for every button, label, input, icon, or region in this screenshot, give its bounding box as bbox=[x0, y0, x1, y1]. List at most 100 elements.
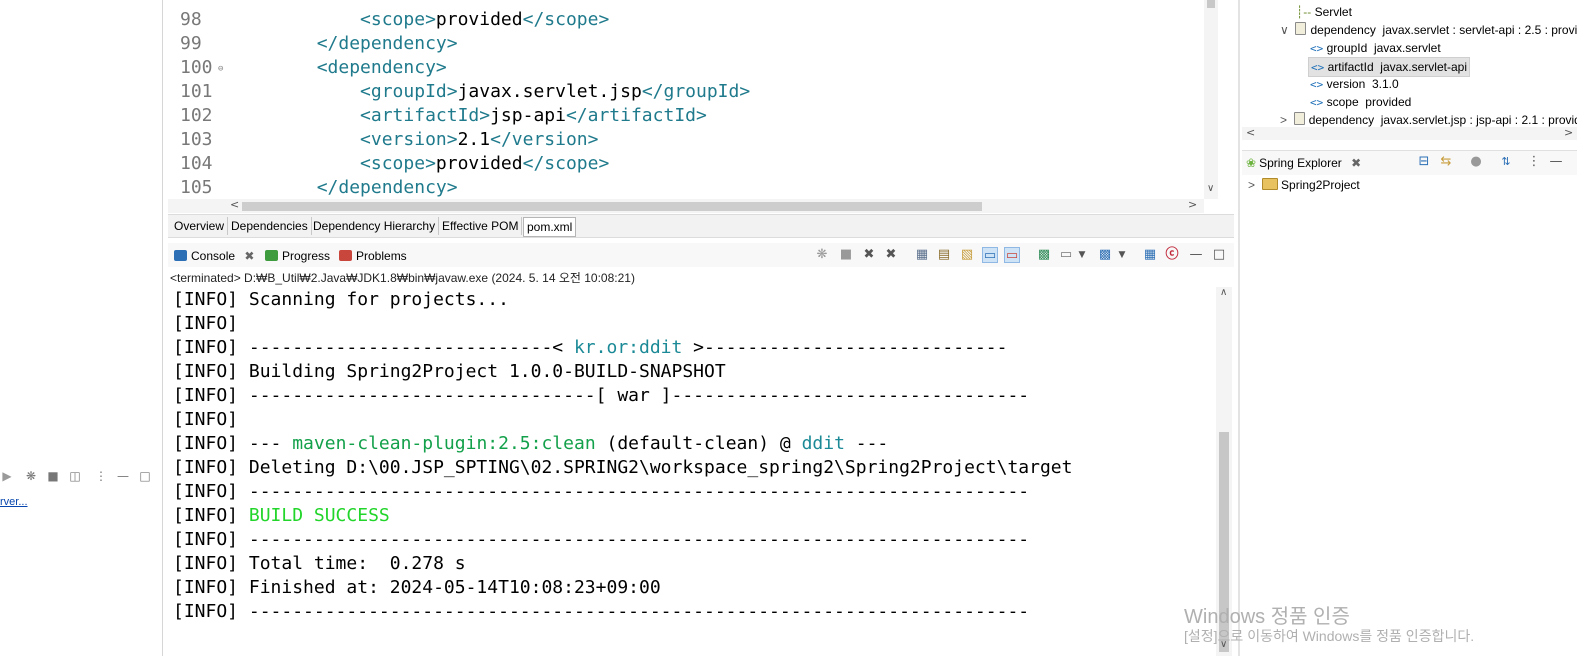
minimize-icon[interactable]: — bbox=[116, 469, 130, 483]
word-wrap-icon[interactable]: ▧ bbox=[959, 247, 975, 263]
show-on-stderr-icon[interactable]: ▭ bbox=[1004, 247, 1020, 263]
scrollbar-thumb[interactable] bbox=[1207, 0, 1215, 8]
console-line: [INFO] Building Spring2Project 1.0.0-BUI… bbox=[173, 361, 726, 382]
problems-icon bbox=[339, 250, 352, 261]
chevron-right-icon[interactable]: > bbox=[1280, 113, 1287, 127]
tree-item-groupid[interactable]: <> groupId javax.servlet bbox=[1310, 39, 1441, 57]
tree-item-dependency[interactable]: ∨ dependency javax.servlet : servlet-api… bbox=[1280, 21, 1577, 39]
filter-icon[interactable]: ● bbox=[1468, 154, 1484, 170]
minimize-icon[interactable]: — bbox=[1188, 247, 1204, 263]
sort-icon[interactable]: ⇅ bbox=[1498, 154, 1514, 170]
chevron-down-icon[interactable]: ∨ bbox=[1280, 23, 1289, 37]
xml-tag: <dependency> bbox=[316, 57, 447, 78]
remove-all-icon[interactable]: ✖ bbox=[883, 247, 899, 263]
console-toolbar: ❋ ■ ✖ ✖ ▦ ▤ ▧ ▭ ▭ ▩ ▭ ▼ ▩ ▼ ▦ ⓒ — □ bbox=[812, 246, 1232, 266]
xml-tag: </dependency> bbox=[316, 177, 458, 198]
scroll-left-icon[interactable]: < bbox=[230, 198, 239, 211]
editor-vertical-scrollbar[interactable]: ∨ bbox=[1204, 0, 1218, 199]
maximize-icon[interactable]: □ bbox=[138, 469, 152, 483]
show-on-stdout-icon[interactable]: ▭ bbox=[982, 247, 998, 263]
line-number: 101 bbox=[180, 81, 213, 102]
link-with-editor-icon[interactable]: ⇆ bbox=[1438, 154, 1454, 170]
xml-text: provided bbox=[435, 153, 523, 174]
tree-item-scope[interactable]: <> scope provided bbox=[1310, 93, 1411, 111]
tree-item-artifactid[interactable]: <> artifactId javax.servlet-api bbox=[1308, 57, 1470, 77]
line-number: 103 bbox=[180, 129, 213, 150]
xml-tag: <scope> bbox=[360, 9, 436, 30]
collapse-all-icon[interactable]: ⊟ bbox=[1416, 154, 1432, 170]
publish-icon[interactable]: ◫ bbox=[68, 469, 82, 483]
tree-item-servlet[interactable]: ┊-- Servlet bbox=[1296, 3, 1352, 21]
editor-horizontal-scrollbar[interactable]: < > bbox=[168, 198, 1204, 213]
xml-tag: </dependency> bbox=[316, 33, 458, 54]
left-panel-toolbar: ▶ ❋ ■ ◫ ⋮ — □ bbox=[0, 466, 160, 488]
tab-pom-xml[interactable]: pom.xml bbox=[523, 217, 577, 237]
xml-tag: <version> bbox=[360, 129, 458, 150]
line-number: 104 bbox=[180, 153, 213, 174]
scroll-left-icon[interactable]: < bbox=[1246, 126, 1255, 139]
tab-console[interactable]: Console ✖ bbox=[174, 247, 254, 265]
scrollbar-thumb[interactable] bbox=[242, 202, 982, 211]
pom-xml-editor[interactable]: 98 <scope>provided</scope> 99 </dependen… bbox=[168, 0, 1204, 199]
close-icon[interactable]: ✖ bbox=[1351, 156, 1361, 170]
tab-progress[interactable]: Progress bbox=[265, 247, 330, 265]
pin-console-icon[interactable]: ▩ bbox=[1036, 247, 1052, 263]
display-console-icon[interactable]: ▭ bbox=[1058, 247, 1074, 263]
tab-label: Progress bbox=[282, 249, 331, 263]
xml-tag: </scope> bbox=[522, 9, 610, 30]
tree-item-project[interactable]: > Spring2Project bbox=[1248, 178, 1360, 192]
clear-console-icon[interactable]: ▦ bbox=[914, 247, 930, 263]
chevron-down-icon[interactable]: ▼ bbox=[1074, 247, 1090, 263]
console-output[interactable]: [INFO] Scanning for projects... [INFO] [… bbox=[168, 287, 1216, 656]
close-icon[interactable]: ✖ bbox=[244, 249, 254, 263]
terminate-icon[interactable]: ■ bbox=[838, 247, 854, 263]
tree-item-version[interactable]: <> version 3.1.0 bbox=[1310, 75, 1399, 93]
scroll-down-icon[interactable]: ∨ bbox=[1207, 183, 1214, 194]
project-folder-icon bbox=[1261, 178, 1278, 190]
console-line: [INFO] ----------------------------< kr.… bbox=[173, 337, 1008, 358]
remove-launch-icon[interactable]: ✖ bbox=[861, 247, 877, 263]
maximize-icon[interactable]: □ bbox=[1211, 247, 1227, 263]
code-line: 100 ⊖ <dependency> bbox=[168, 56, 1204, 80]
tab-dependencies[interactable]: Dependencies bbox=[228, 217, 312, 235]
scroll-up-icon[interactable]: ∧ bbox=[1220, 287, 1227, 298]
create-server-link[interactable]: rver... bbox=[0, 496, 28, 508]
tab-dependency-hierarchy[interactable]: Dependency Hierarchy bbox=[310, 217, 440, 235]
open-console-icon[interactable]: ▩ bbox=[1097, 247, 1113, 263]
tab-spring-explorer[interactable]: ❀ Spring Explorer ✖ bbox=[1246, 154, 1361, 172]
console-status-line: <terminated> D:₩B_Util₩2.Java₩JDK1.8₩bin… bbox=[170, 271, 635, 285]
tab-effective-pom[interactable]: Effective POM bbox=[439, 217, 523, 235]
tab-problems[interactable]: Problems bbox=[339, 247, 407, 265]
tab-label: Spring Explorer bbox=[1259, 156, 1342, 170]
debug-icon[interactable]: ❋ bbox=[814, 247, 830, 263]
console-line: [INFO] Deleting D:\00.JSP_SPTING\02.SPRI… bbox=[173, 457, 1073, 478]
fold-collapse-icon[interactable]: ⊖ bbox=[218, 57, 223, 81]
view-menu-icon[interactable]: ⋮ bbox=[1526, 154, 1542, 170]
xml-element-icon: <> bbox=[1311, 61, 1325, 74]
xml-tag: </artifactId> bbox=[565, 105, 707, 126]
stop-server-icon[interactable]: ■ bbox=[46, 469, 60, 483]
xml-text: jsp-api bbox=[490, 105, 566, 126]
artifact-name: ddit bbox=[801, 433, 845, 454]
console-settings-icon[interactable]: ▦ bbox=[1142, 247, 1158, 263]
code-line: 105 </dependency> bbox=[168, 176, 1204, 199]
outline-horizontal-scrollbar[interactable]: < > bbox=[1242, 126, 1577, 140]
view-menu-icon[interactable]: ⋮ bbox=[94, 469, 108, 483]
tab-label: Console bbox=[191, 249, 236, 263]
scroll-right-icon[interactable]: > bbox=[1564, 126, 1573, 139]
debug-server-icon[interactable]: ❋ bbox=[24, 469, 38, 483]
build-success: BUILD SUCCESS bbox=[248, 505, 390, 526]
sash[interactable] bbox=[1238, 0, 1240, 656]
chevron-right-icon[interactable]: > bbox=[1248, 178, 1255, 192]
group-artifact: kr.or:ddit bbox=[573, 337, 683, 358]
tree-item-dependency[interactable]: > dependency javax.servlet.jsp : jsp-api… bbox=[1280, 111, 1577, 127]
minimize-icon[interactable]: — bbox=[1548, 154, 1564, 170]
spring-boot-icon[interactable]: ⓒ bbox=[1164, 247, 1180, 263]
scroll-lock-icon[interactable]: ▤ bbox=[936, 247, 952, 263]
start-server-icon[interactable]: ▶ bbox=[0, 469, 14, 483]
scroll-right-icon[interactable]: > bbox=[1188, 198, 1197, 211]
pom-editor-tabs: Overview Dependencies Dependency Hierarc… bbox=[168, 214, 1234, 238]
chevron-down-icon[interactable]: ▼ bbox=[1114, 247, 1130, 263]
xml-tag: <scope> bbox=[360, 153, 436, 174]
tab-overview[interactable]: Overview bbox=[171, 217, 229, 235]
